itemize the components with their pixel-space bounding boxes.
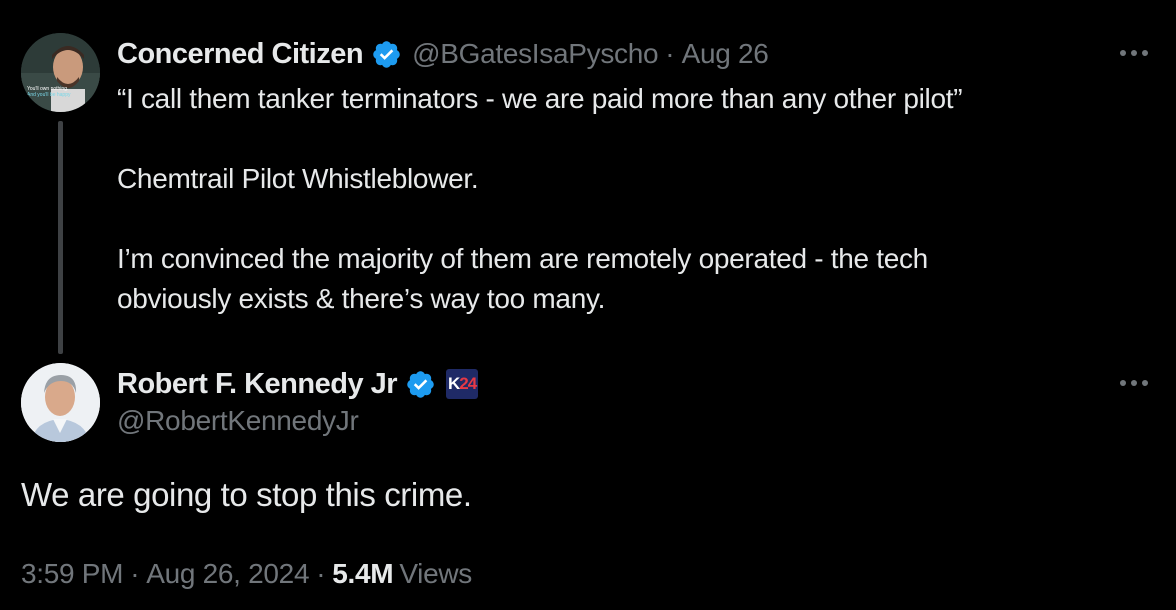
parent-date[interactable]: Aug 26 xyxy=(682,38,769,70)
verified-badge-icon[interactable] xyxy=(405,369,436,400)
avatar-image xyxy=(21,363,100,442)
parent-display-name[interactable]: Concerned Citizen xyxy=(117,38,364,71)
tweet-date[interactable]: Aug 26, 2024 xyxy=(146,558,309,590)
separator-dot: · xyxy=(665,38,675,69)
main-handle[interactable]: @RobertKennedyJr xyxy=(117,405,359,437)
more-options-button[interactable] xyxy=(1116,373,1152,393)
avatar-concerned-citizen[interactable]: You'll own nothing. And you'll be happy xyxy=(21,33,100,112)
main-tweet-text: We are going to stop this crime. xyxy=(21,476,472,513)
avatar-robert-kennedy-jr[interactable] xyxy=(21,363,100,442)
thread-connector-line xyxy=(58,121,63,354)
affiliation-badge-number: 24 xyxy=(459,374,477,393)
parent-handle[interactable]: @BGatesIsaPyscho xyxy=(412,38,658,70)
verified-badge-icon[interactable] xyxy=(371,39,402,70)
tweet-metadata: 3:59 PM · Aug 26, 2024 · 5.4M Views xyxy=(21,558,472,590)
parent-tweet-text: “I call them tanker terminators - we are… xyxy=(117,79,1137,319)
views-count[interactable]: 5.4M xyxy=(332,558,393,590)
parent-tweet-line-title: Chemtrail Pilot Whistleblower. xyxy=(117,163,479,194)
separator-dot: · xyxy=(130,558,140,589)
more-dots-icon xyxy=(1120,380,1148,386)
parent-tweet-line-quote: “I call them tanker terminators - we are… xyxy=(117,83,963,114)
parent-tweet-header: Concerned Citizen @BGatesIsaPyscho · Aug… xyxy=(117,34,769,74)
tweet-time[interactable]: 3:59 PM xyxy=(21,558,123,590)
more-dots-icon xyxy=(1120,50,1148,56)
more-options-button[interactable] xyxy=(1116,43,1152,63)
main-display-name[interactable]: Robert F. Kennedy Jr xyxy=(117,368,398,401)
affiliation-badge-k: K xyxy=(447,374,460,393)
parent-tweet-line-opinion-1: I’m convinced the majority of them are r… xyxy=(117,243,928,274)
separator-dot: · xyxy=(316,558,326,589)
avatar-caption-line2: And you'll be happy xyxy=(27,92,71,98)
affiliation-badge-icon[interactable]: K 24 xyxy=(446,369,479,399)
views-label: Views xyxy=(399,558,472,589)
parent-tweet-line-opinion-2: obviously exists & there’s way too many. xyxy=(117,283,606,314)
avatar-image: You'll own nothing. And you'll be happy xyxy=(21,33,100,112)
main-tweet-header: Robert F. Kennedy Jr K 24 xyxy=(117,364,479,404)
